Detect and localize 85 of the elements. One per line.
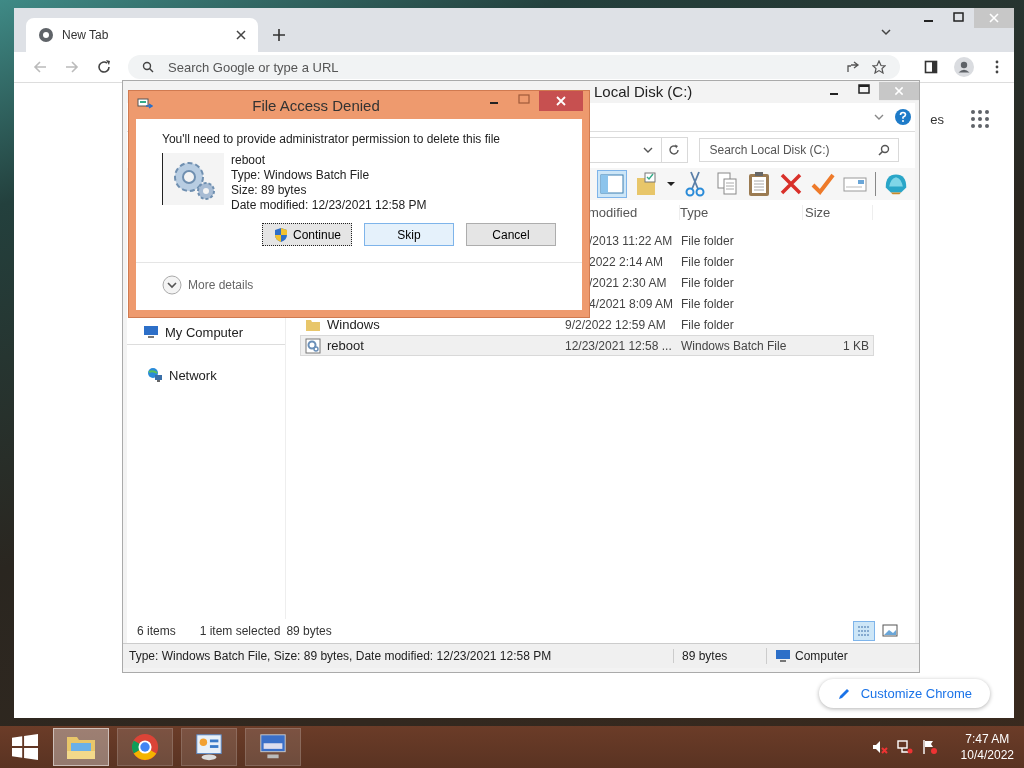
- type-cell-text: Windows Batch File: [681, 338, 788, 353]
- pencil-icon: [836, 686, 851, 701]
- apps-grid-icon[interactable]: [970, 109, 990, 129]
- window-title: Local Disk (C:): [594, 82, 693, 100]
- clock-time: 7:47 AM: [965, 731, 1010, 747]
- profile-icon[interactable]: [954, 57, 974, 77]
- globe-icon: [38, 27, 54, 43]
- details-text: Type: Windows Batch File, Size: 89 bytes, Date modified: 12/23/2021 12:58 PM: [128, 649, 553, 663]
- chevron-down-icon[interactable]: [880, 26, 892, 38]
- file-size: Size: 89 bytes: [231, 183, 308, 198]
- size-cell-text: 1 KB: [842, 338, 870, 353]
- details-size: 89 bytes: [673, 649, 766, 663]
- browser-icon: [129, 732, 161, 762]
- item-count: 6 items: [137, 624, 176, 638]
- type-cell-text: File folder: [681, 275, 735, 290]
- browser-tab[interactable]: New Tab: [26, 18, 258, 52]
- help-icon[interactable]: [895, 109, 911, 125]
- close-icon[interactable]: [236, 30, 246, 40]
- taskbar-button[interactable]: [181, 728, 237, 766]
- taskbar-button[interactable]: [53, 728, 109, 766]
- file-type: Type: Windows Batch File: [231, 168, 371, 183]
- file-name: reboot: [231, 153, 267, 168]
- clock-date: 10/4/2022: [960, 747, 1014, 763]
- selection-size: 89 bytes: [286, 624, 332, 638]
- selection-status: 1 item selected: [199, 624, 281, 638]
- column-header[interactable]: Type: [680, 204, 803, 220]
- nav-item[interactable]: My Computer: [127, 322, 285, 345]
- refresh-button[interactable]: [661, 137, 688, 163]
- new-tab-icon[interactable]: [272, 28, 286, 42]
- star-icon[interactable]: [872, 60, 886, 74]
- dialog-message: You'll need to provide administrator permission to delete this file: [161, 132, 502, 146]
- dashboard-icon: [193, 732, 225, 762]
- more-details-toggle[interactable]: More details: [136, 263, 582, 295]
- link-text[interactable]: es: [930, 111, 944, 127]
- search-icon: [878, 144, 890, 156]
- file-row[interactable]: Windows 9/2/2022 12:59 AM File folder: [300, 314, 874, 335]
- caret-icon[interactable]: [667, 180, 675, 188]
- date-cell-text: /2013 11:22 AM: [588, 233, 674, 248]
- side-panel-icon[interactable]: [924, 60, 938, 74]
- reload-icon[interactable]: [96, 59, 112, 75]
- search-box[interactable]: Search Local Disk (C:): [698, 138, 899, 162]
- shield-icon: [272, 226, 289, 243]
- chevron-down-icon: [162, 275, 182, 295]
- date-cell-text: 4/2021 8:09 AM: [588, 296, 675, 311]
- gears-icon: [162, 153, 224, 205]
- customize-button[interactable]: Customize Chrome: [818, 679, 990, 708]
- address-field[interactable]: Search Google or type a URL: [166, 58, 470, 76]
- taskbar-button[interactable]: [117, 728, 173, 766]
- start-icon[interactable]: [12, 734, 38, 760]
- refresh-icon: [668, 144, 681, 156]
- taskbar-button[interactable]: [245, 728, 301, 766]
- clipboard-icon[interactable]: [747, 170, 771, 198]
- address-bar[interactable]: Search Google or type a URL: [128, 55, 900, 79]
- flag-icon[interactable]: [921, 739, 938, 755]
- nav-item[interactable]: Network: [127, 365, 285, 385]
- network-icon[interactable]: [896, 739, 913, 755]
- gear-file-icon: [305, 337, 321, 354]
- scissors-icon[interactable]: [683, 170, 707, 198]
- chevron-down-icon[interactable]: [642, 145, 653, 155]
- file-date: Date modified: 12/23/2021 12:58 PM: [231, 198, 427, 213]
- file-name: Windows: [327, 317, 380, 332]
- selected-row[interactable]: reboot 12/23/2021 12:58 ... Windows Batch File 1 KB: [300, 335, 874, 356]
- date-cell-text: 2022 2:14 AM: [588, 254, 665, 269]
- skip-button[interactable]: Skip: [364, 223, 454, 246]
- file-name: reboot: [327, 338, 364, 353]
- computer-icon: [143, 324, 159, 340]
- search-icon: [142, 61, 154, 73]
- clock[interactable]: 7:47 AM 10/4/2022: [960, 731, 1014, 763]
- speaker-muted-icon[interactable]: [871, 739, 888, 755]
- column-header[interactable]: Size: [803, 204, 873, 220]
- continue-button[interactable]: Continue: [262, 223, 352, 246]
- computer-icon: [775, 648, 791, 664]
- folder-icon[interactable]: [635, 170, 659, 198]
- type-cell-text: File folder: [681, 254, 735, 269]
- date-cell-text: 12/23/2021 12:58 ...: [564, 338, 673, 353]
- type-cell-text: File folder: [681, 296, 735, 311]
- dialog-title: File Access Denied: [251, 96, 381, 114]
- date-cell-text: /2021 2:30 AM: [588, 275, 668, 290]
- type-cell-text: File folder: [681, 233, 735, 248]
- type-cell-text: File folder: [681, 317, 735, 332]
- zone-label: Computer: [795, 649, 848, 663]
- cancel-button[interactable]: Cancel: [466, 223, 556, 246]
- network-icon: [147, 367, 163, 383]
- date-cell-text: 9/2/2022 12:59 AM: [564, 317, 667, 332]
- share-icon[interactable]: [846, 60, 860, 74]
